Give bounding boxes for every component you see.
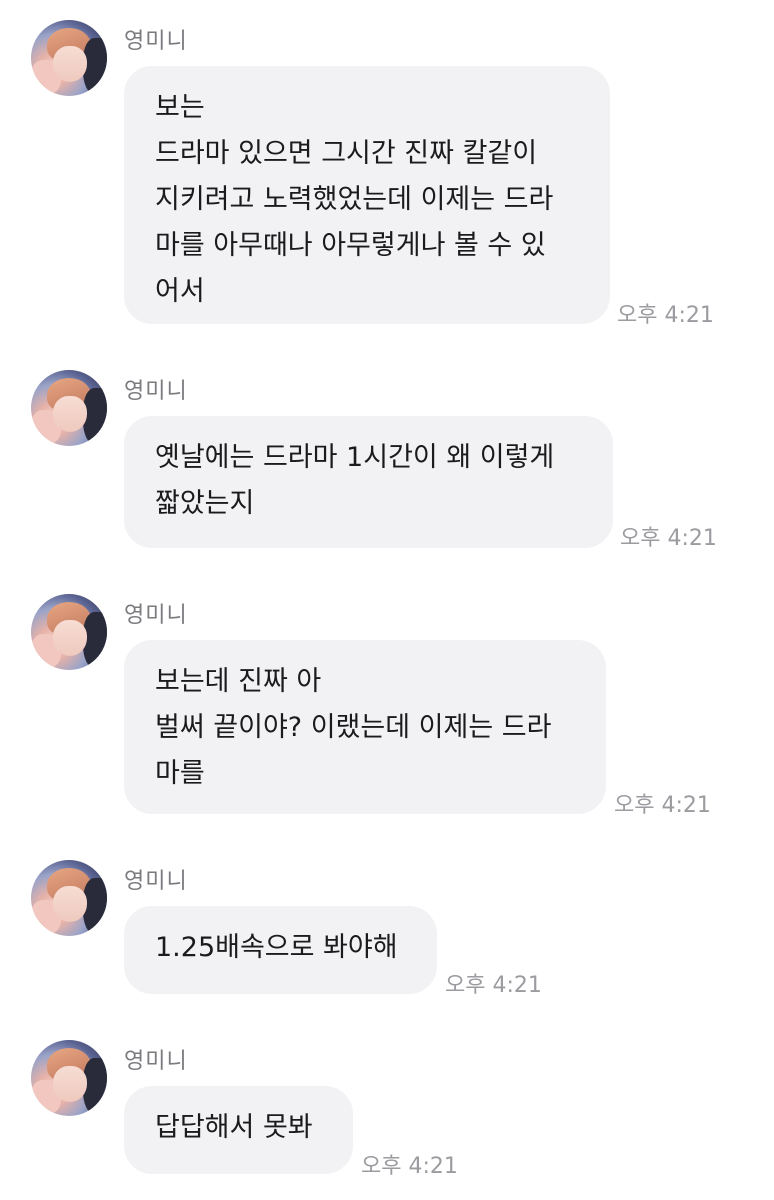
- sender-name: 영미니: [124, 869, 188, 894]
- avatar[interactable]: [31, 1040, 107, 1116]
- avatar[interactable]: [31, 860, 107, 936]
- message-timestamp: 오후 4:21: [445, 973, 542, 998]
- sender-name: 영미니: [124, 603, 188, 628]
- message-bubble[interactable]: 답답해서 못봐: [124, 1086, 353, 1174]
- message-timestamp: 오후 4:21: [617, 303, 714, 328]
- message-timestamp: 오후 4:21: [361, 1154, 458, 1179]
- message-timestamp: 오후 4:21: [614, 793, 711, 818]
- sender-name: 영미니: [124, 29, 188, 54]
- message-bubble[interactable]: 보는데 진짜 아 벌써 끝이야? 이랬는데 이제는 드라 마를: [124, 640, 606, 814]
- message-bubble[interactable]: 보는 드라마 있으면 그시간 진짜 칼같이 지키려고 노력했었는데 이제는 드라…: [124, 66, 610, 324]
- sender-name: 영미니: [124, 1049, 188, 1074]
- message-bubble[interactable]: 1.25배속으로 봐야해: [124, 906, 437, 994]
- message-timestamp: 오후 4:21: [620, 526, 717, 551]
- avatar[interactable]: [31, 594, 107, 670]
- avatar[interactable]: [31, 370, 107, 446]
- message-bubble[interactable]: 옛날에는 드라마 1시간이 왜 이렇게 짧았는지: [124, 416, 613, 548]
- avatar[interactable]: [31, 20, 107, 96]
- sender-name: 영미니: [124, 379, 188, 404]
